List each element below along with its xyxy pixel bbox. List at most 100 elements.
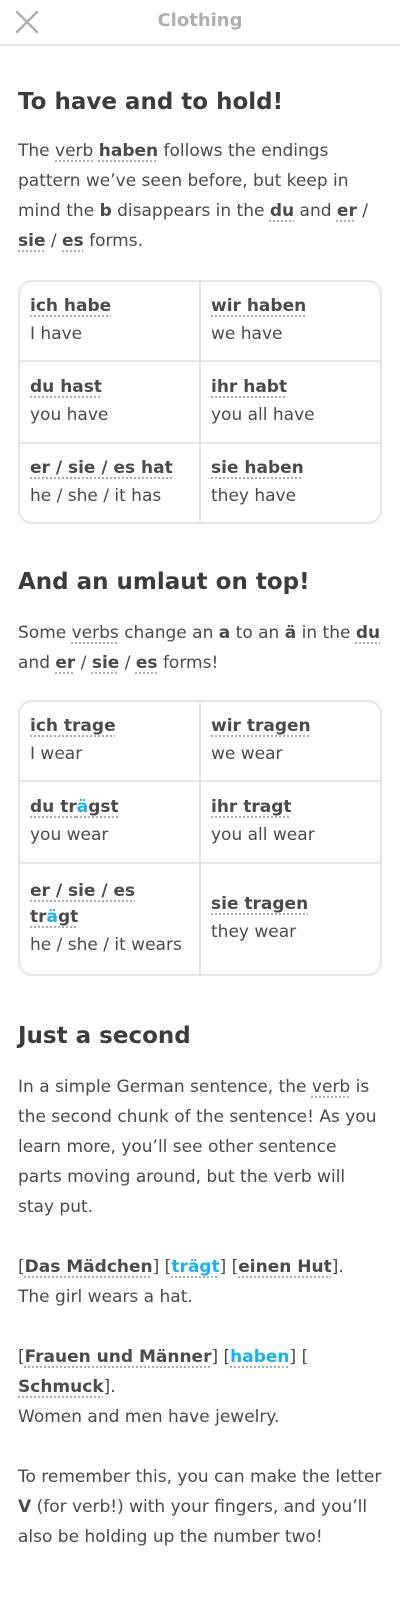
table-cell: ich trage I wear bbox=[20, 702, 199, 780]
hint-word-du[interactable]: du bbox=[270, 201, 294, 221]
verb-translation: you all have bbox=[211, 405, 315, 425]
hint-word-du[interactable]: du bbox=[356, 623, 380, 643]
top-bar: Clothing bbox=[0, 0, 400, 46]
verb-form[interactable]: du hast bbox=[30, 374, 189, 400]
section-heading-umlaut: And an umlaut on top! bbox=[18, 569, 310, 595]
verb-translation: I wear bbox=[30, 744, 83, 764]
text: / bbox=[45, 231, 63, 251]
text: disappears in the bbox=[111, 201, 270, 221]
table-row: ich trage I wear wir tragen we wear bbox=[20, 702, 380, 780]
table-cell: er / sie / es trägt he / she / it wears bbox=[20, 864, 199, 974]
bracket: ] [ bbox=[219, 1257, 239, 1277]
verb-translation: he / she / it has bbox=[30, 486, 162, 506]
text: to an bbox=[230, 623, 285, 643]
verb-form[interactable]: sie haben bbox=[211, 455, 370, 481]
text: To remember this, you can make the lette… bbox=[18, 1467, 382, 1487]
umlaut-highlight: ä bbox=[46, 907, 58, 927]
chunk-object[interactable]: einen Hut bbox=[238, 1257, 331, 1277]
bracket: ] [ bbox=[211, 1347, 231, 1367]
verb-translation: you wear bbox=[30, 825, 109, 845]
table-cell: du hast you have bbox=[20, 362, 199, 442]
verb-form[interactable]: ihr tragt bbox=[211, 794, 370, 820]
table-cell: du trägst you wear bbox=[20, 782, 199, 862]
verb-form[interactable]: wir tragen bbox=[211, 713, 370, 739]
section-paragraph: Some verbs change an a to an ä in the du… bbox=[18, 618, 382, 678]
text: The bbox=[18, 141, 56, 161]
bold-letter-ae: ä bbox=[284, 623, 297, 643]
hint-word-sie[interactable]: sie bbox=[18, 231, 45, 251]
bracket: ]. bbox=[331, 1257, 344, 1277]
text: in the bbox=[296, 623, 356, 643]
example-sentence-2: [Frauen und Männer] [haben] [Schmuck]. Wo… bbox=[18, 1342, 382, 1432]
hint-word-er[interactable]: er bbox=[337, 201, 357, 221]
verb-translation: you have bbox=[30, 405, 109, 425]
conjugation-table-haben: ich habe I have wir haben we have du has… bbox=[18, 280, 382, 524]
hint-word-verbs[interactable]: verbs bbox=[72, 623, 119, 643]
form-part: gst bbox=[88, 797, 119, 817]
text: / bbox=[119, 653, 136, 673]
conjugation-table-tragen: ich trage I wear wir tragen we wear du t… bbox=[18, 700, 382, 976]
verb-form[interactable]: du trägst bbox=[30, 794, 189, 820]
bold-letter-a: a bbox=[218, 623, 231, 643]
table-cell: ich habe I have bbox=[20, 282, 199, 360]
hint-word-es[interactable]: es bbox=[62, 231, 84, 251]
text: is the second chunk of the sentence! As … bbox=[18, 1077, 377, 1217]
table-cell: sie tragen they wear bbox=[199, 864, 380, 974]
verb-form[interactable]: ich habe bbox=[30, 293, 189, 319]
bracket: [ bbox=[18, 1257, 25, 1277]
table-row: du hast you have ihr habt you all have bbox=[20, 360, 380, 442]
table-cell: wir tragen we wear bbox=[199, 702, 380, 780]
hint-word-haben[interactable]: haben bbox=[99, 141, 158, 161]
section-paragraph: The verb haben follows the endings patte… bbox=[18, 136, 382, 256]
page-title: Clothing bbox=[157, 10, 243, 31]
text: (for verb!) with your fingers, and you’l… bbox=[18, 1497, 368, 1547]
umlaut-highlight: ä bbox=[76, 797, 89, 817]
verb-translation: we wear bbox=[211, 744, 283, 764]
bold-letter-v: V bbox=[18, 1497, 32, 1517]
text: In a simple German sentence, the bbox=[18, 1077, 312, 1097]
hint-word-verb[interactable]: verb bbox=[55, 141, 93, 161]
verb-form[interactable]: er / sie / es hat bbox=[30, 455, 189, 481]
verb-form[interactable]: wir haben bbox=[211, 293, 370, 319]
verb-translation: we have bbox=[211, 324, 283, 344]
text: and bbox=[294, 201, 337, 221]
verb-form[interactable]: ihr habt bbox=[211, 374, 370, 400]
bold-letter-b: b bbox=[99, 201, 112, 221]
form-part: du tr bbox=[30, 797, 77, 817]
table-cell: er / sie / es hat he / she / it has bbox=[20, 444, 199, 522]
chunk-verb[interactable]: haben bbox=[230, 1347, 289, 1367]
chunk-verb[interactable]: trägt bbox=[171, 1257, 219, 1277]
table-row: du trägst you wear ihr tragt you all wea… bbox=[20, 780, 380, 862]
hint-word-es[interactable]: es bbox=[136, 653, 158, 673]
verb-form[interactable]: er / sie / es trägt bbox=[30, 878, 189, 930]
section-paragraph: To remember this, you can make the lette… bbox=[18, 1462, 382, 1552]
bracket: [ bbox=[18, 1347, 25, 1367]
verb-translation: he / she / it wears bbox=[30, 935, 182, 955]
form-part: gt bbox=[58, 907, 79, 927]
table-cell: ihr tragt you all wear bbox=[199, 782, 380, 862]
verb-translation: I have bbox=[30, 324, 83, 344]
bracket: ]. bbox=[103, 1377, 116, 1397]
table-row: ich habe I have wir haben we have bbox=[20, 282, 380, 360]
text: change an bbox=[118, 623, 219, 643]
text: forms! bbox=[157, 653, 219, 673]
hint-word-er[interactable]: er bbox=[55, 653, 75, 673]
chunk-subject[interactable]: Frauen und Männer bbox=[25, 1347, 212, 1367]
hint-word-verb[interactable]: verb bbox=[312, 1077, 350, 1097]
chunk-object[interactable]: Schmuck bbox=[18, 1377, 104, 1397]
hint-word-sie[interactable]: sie bbox=[92, 653, 119, 673]
table-cell: ihr habt you all have bbox=[199, 362, 380, 442]
section-heading-just-a-second: Just a second bbox=[18, 1023, 191, 1049]
bracket: ] [ bbox=[289, 1347, 309, 1367]
chunk-subject[interactable]: Das Mädchen bbox=[25, 1257, 153, 1277]
lesson-content: To have and to hold! The verb haben foll… bbox=[0, 88, 400, 1552]
example-sentence-1: [Das Mädchen] [trägt] [einen Hut]. The gi… bbox=[18, 1252, 382, 1312]
verb-form[interactable]: ich trage bbox=[30, 713, 189, 739]
verb-form[interactable]: sie tragen bbox=[211, 891, 370, 917]
text: Some bbox=[18, 623, 72, 643]
text: and bbox=[18, 653, 56, 673]
section-heading-have-hold: To have and to hold! bbox=[18, 89, 284, 115]
text: forms. bbox=[83, 231, 143, 251]
text: / bbox=[75, 653, 92, 673]
example-translation: The girl wears a hat. bbox=[18, 1287, 193, 1307]
